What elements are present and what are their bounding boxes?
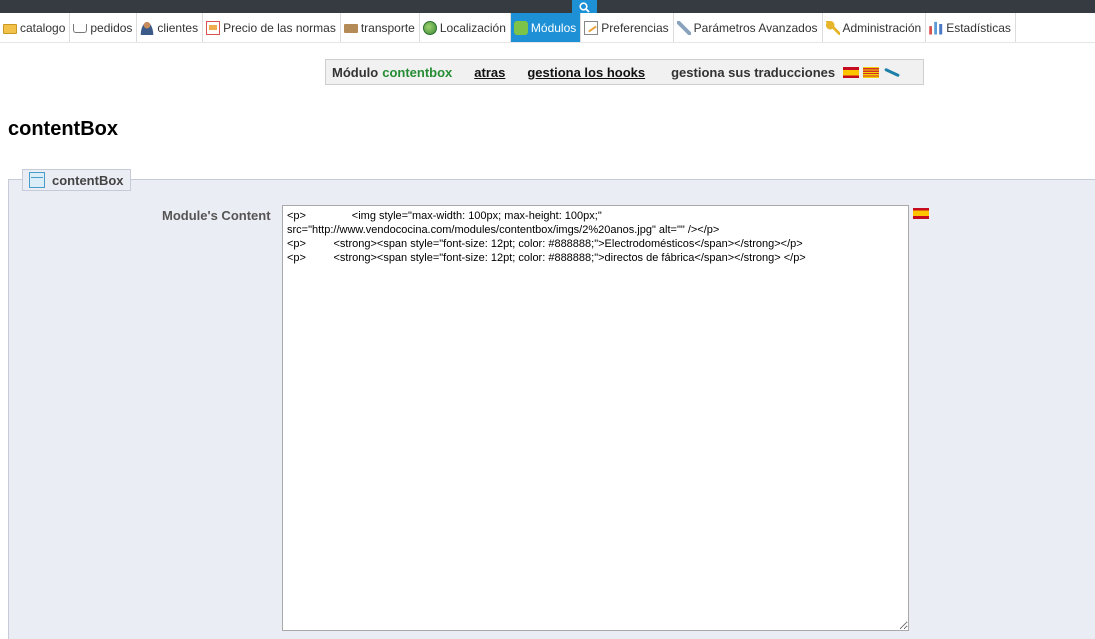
tab-label: pedidos <box>90 20 133 35</box>
edit-translations-icon[interactable] <box>883 66 901 78</box>
tab-label: Módulos <box>530 20 577 35</box>
module-prefix: Módulo <box>332 64 379 80</box>
spain-flag-icon[interactable] <box>843 66 860 78</box>
legend-label: contentBox <box>52 172 124 188</box>
tab-label: Estadísticas <box>946 20 1011 35</box>
key-icon <box>825 20 840 35</box>
tab-parametros-avanzados[interactable]: Parámetros Avanzados <box>674 13 823 42</box>
module-content-label: Module's Content <box>162 208 271 223</box>
back-link[interactable]: atras <box>474 65 505 80</box>
tab-precio-normas[interactable]: Precio de las normas <box>203 13 341 42</box>
box-icon <box>29 172 45 188</box>
tab-estadisticas[interactable]: Estadísticas <box>926 13 1016 42</box>
manage-translations-label: gestiona sus traducciones <box>671 64 836 80</box>
module-content-textarea[interactable]: <p> <img style="max-width: 100px; max-he… <box>282 205 909 631</box>
module-toolbar: Módulo contentbox atras gestiona los hoo… <box>325 59 924 85</box>
tab-administracion[interactable]: Administración <box>823 13 927 42</box>
stats-icon <box>929 21 943 35</box>
main-nav-tabs: catalogo pedidos clientes Precio de las … <box>0 13 1095 43</box>
tab-label: clientes <box>157 20 199 35</box>
search-icon <box>579 2 590 13</box>
language-flag-icon[interactable] <box>913 208 929 219</box>
cart-icon <box>73 23 88 33</box>
folder-icon <box>3 23 17 34</box>
tab-preferencias[interactable]: Preferencias <box>581 13 674 42</box>
puzzle-icon <box>513 20 528 35</box>
truck-icon <box>343 24 358 33</box>
tab-clientes[interactable]: clientes <box>137 13 204 42</box>
tab-label: transporte <box>360 20 415 35</box>
catalan-flag-icon[interactable] <box>863 66 880 78</box>
tab-label: Parámetros Avanzados <box>693 20 818 35</box>
tab-label: Preferencias <box>601 20 669 35</box>
tab-modulos[interactable]: Módulos <box>510 13 582 42</box>
globe-icon <box>422 20 437 35</box>
tab-transporte[interactable]: transporte <box>341 13 420 42</box>
tab-label: catalogo <box>20 20 66 35</box>
fieldset-legend: contentBox <box>22 169 131 191</box>
tab-pedidos[interactable]: pedidos <box>70 13 138 42</box>
wrench-icon <box>676 20 691 35</box>
user-icon <box>140 20 155 35</box>
tab-label: Precio de las normas <box>223 20 336 35</box>
page-title: contentBox <box>8 118 118 140</box>
tab-localizacion[interactable]: Localización <box>420 13 511 42</box>
preferences-icon <box>584 20 599 35</box>
tab-catalogo[interactable]: catalogo <box>0 13 71 42</box>
price-rules-icon <box>206 20 221 35</box>
tab-label: Localización <box>439 20 506 35</box>
module-name: contentbox <box>382 64 453 80</box>
top-bar <box>0 0 1095 13</box>
tab-label: Administración <box>842 20 922 35</box>
manage-hooks-link[interactable]: gestiona los hooks <box>527 65 645 80</box>
